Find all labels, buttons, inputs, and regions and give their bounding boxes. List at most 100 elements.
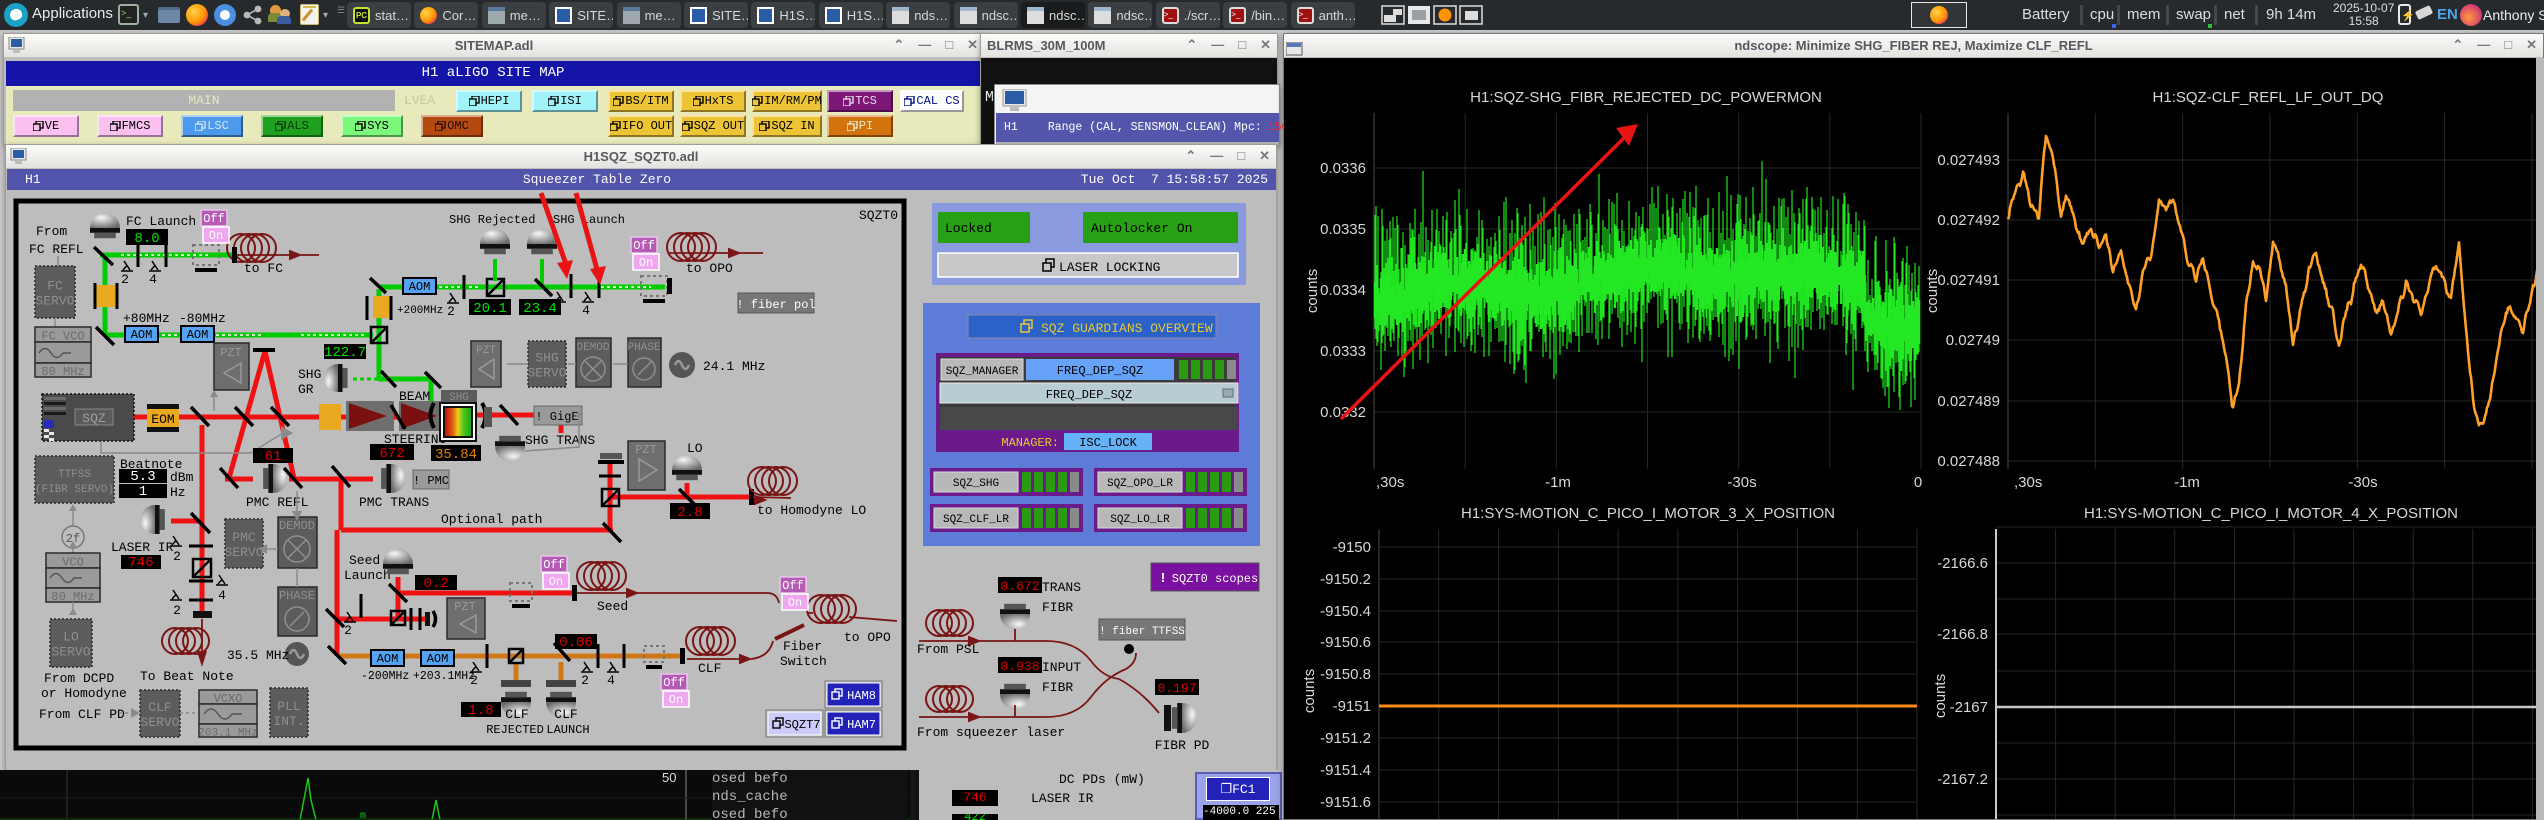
svg-text:-9150.6: -9150.6: [1320, 634, 1371, 651]
svg-text:SERVO: SERVO: [527, 366, 566, 381]
svg-text:CLF: CLF: [698, 661, 721, 676]
svg-text:PZT: PZT: [220, 346, 242, 360]
svg-text:FC REFL: FC REFL: [29, 242, 84, 257]
svg-text:0: 0: [1914, 474, 1922, 491]
svg-text:0.938: 0.938: [1000, 659, 1039, 674]
svg-text:4: 4: [218, 588, 226, 603]
svg-text:SQZ: SQZ: [82, 411, 106, 426]
svg-text:,30s: ,30s: [2014, 474, 2042, 491]
svg-text:80 MHz: 80 MHz: [41, 365, 84, 379]
svg-text:2: 2: [554, 303, 562, 318]
svg-text:-30s: -30s: [2348, 474, 2377, 491]
svg-text:INPUT: INPUT: [1042, 660, 1081, 675]
svg-text:FIBR: FIBR: [1042, 600, 1073, 615]
svg-text:AOM: AOM: [377, 652, 399, 666]
svg-text:0.672: 0.672: [1000, 579, 1039, 594]
svg-text:FREQ_DEP_SQZ: FREQ_DEP_SQZ: [1046, 388, 1132, 402]
svg-text:FIBR PD: FIBR PD: [1155, 738, 1210, 753]
svg-text:0.2: 0.2: [423, 576, 448, 592]
svg-text:-9151: -9151: [1333, 698, 1371, 715]
svg-text:H1:SYS-MOTION_C_PICO_I_MOTOR_3: H1:SYS-MOTION_C_PICO_I_MOTOR_3_X_POSITIO…: [1461, 505, 1835, 522]
svg-text:0.197: 0.197: [1157, 681, 1196, 696]
svg-text:23.4: 23.4: [523, 301, 557, 317]
svg-text:2: 2: [470, 673, 478, 688]
svg-text:Fiber: Fiber: [783, 639, 822, 654]
svg-text:4: 4: [607, 673, 615, 688]
svg-text:counts: counts: [1932, 674, 1949, 718]
svg-text:+203.1MHz: +203.1MHz: [413, 670, 475, 683]
svg-text:Locked: Locked: [945, 221, 992, 236]
svg-text:to Homodyne LO: to Homodyne LO: [757, 503, 866, 518]
svg-text:PMC TRANS: PMC TRANS: [359, 495, 429, 510]
svg-text:-2167.2: -2167.2: [1937, 771, 1988, 788]
svg-text:Off: Off: [663, 676, 685, 690]
svg-text:FIBR: FIBR: [1042, 680, 1073, 695]
svg-text:counts: counts: [1924, 269, 1941, 313]
svg-text:50: 50: [662, 770, 676, 785]
svg-text:SERVO: SERVO: [35, 294, 74, 309]
svg-text:SERVO: SERVO: [51, 645, 90, 660]
svg-text:!: !: [1159, 571, 1167, 587]
svg-text:672: 672: [379, 446, 404, 462]
svg-text:0.027492: 0.027492: [1937, 212, 2000, 229]
svg-text:2: 2: [121, 272, 129, 287]
svg-text:H1:SQZ-CLF_REFL_LF_OUT_DQ: H1:SQZ-CLF_REFL_LF_OUT_DQ: [2153, 89, 2384, 106]
svg-text:CLF: CLF: [554, 707, 577, 722]
svg-text:AOM: AOM: [131, 328, 153, 342]
svg-text:24.1 MHz: 24.1 MHz: [703, 359, 765, 374]
svg-text:LO: LO: [687, 441, 703, 456]
svg-text:-9150.2: -9150.2: [1320, 571, 1371, 588]
svg-text:TTFSS: TTFSS: [58, 469, 91, 481]
svg-text:-9151.2: -9151.2: [1320, 730, 1371, 747]
svg-text:dBm: dBm: [170, 470, 194, 485]
svg-text:-2166.8: -2166.8: [1937, 626, 1988, 643]
svg-text:-80MHz: -80MHz: [179, 311, 226, 326]
svg-text:PHASE: PHASE: [279, 589, 315, 603]
svg-text:-9150.8: -9150.8: [1320, 666, 1371, 683]
svg-text:61: 61: [265, 449, 282, 465]
svg-text:SQZ GUARDIANS OVERVIEW: SQZ GUARDIANS OVERVIEW: [1041, 321, 1213, 336]
svg-text:! PMC: ! PMC: [413, 474, 449, 488]
svg-text:SQZ_OPO_LR: SQZ_OPO_LR: [1107, 478, 1173, 490]
svg-text:2: 2: [173, 549, 181, 564]
svg-text:counts: counts: [1301, 669, 1318, 713]
svg-text:! fiber TTFSS: ! fiber TTFSS: [1099, 626, 1185, 638]
svg-text:AOM: AOM: [427, 652, 449, 666]
svg-text:0.06: 0.06: [559, 635, 593, 651]
svg-text:+200MHz: +200MHz: [397, 305, 443, 317]
svg-text:2: 2: [447, 304, 455, 319]
svg-text:PHASE: PHASE: [627, 342, 660, 354]
svg-text:FC: FC: [47, 279, 63, 294]
svg-text:to OPO: to OPO: [686, 261, 733, 276]
svg-text:2: 2: [581, 673, 589, 688]
svg-text:SQZ_MANAGER: SQZ_MANAGER: [946, 366, 1019, 378]
svg-text:-200MHz: -200MHz: [361, 670, 409, 683]
svg-text:-9151.6: -9151.6: [1320, 794, 1371, 811]
svg-text:AOM: AOM: [409, 280, 431, 294]
svg-text:PZT: PZT: [454, 600, 476, 614]
svg-text:Launch: Launch: [344, 568, 391, 583]
svg-text:Off: Off: [782, 579, 804, 593]
svg-text:REJECTED: REJECTED: [486, 723, 544, 737]
svg-text:122.7: 122.7: [324, 345, 366, 361]
svg-text:ISC_LOCK: ISC_LOCK: [1079, 436, 1137, 450]
svg-text:H1:SYS-MOTION_C_PICO_I_MOTOR_4: H1:SYS-MOTION_C_PICO_I_MOTOR_4_X_POSITIO…: [2084, 505, 2458, 522]
svg-text:0.0334: 0.0334: [1320, 282, 1366, 299]
svg-text:80 MHz: 80 MHz: [51, 590, 94, 604]
svg-text:SHG: SHG: [535, 351, 558, 366]
svg-text:SQZ_LO_LR: SQZ_LO_LR: [1110, 514, 1170, 526]
svg-text:Autolocker On: Autolocker On: [1091, 221, 1192, 236]
svg-text:HAM8: HAM8: [847, 689, 876, 703]
svg-text:GR: GR: [298, 382, 314, 397]
svg-text:LASER LOCKING: LASER LOCKING: [1059, 260, 1160, 275]
svg-text:From: From: [36, 224, 67, 239]
svg-text:(FIBR SERVO): (FIBR SERVO): [35, 484, 114, 496]
svg-text:From DCPD: From DCPD: [44, 671, 114, 686]
svg-text:From squeezer laser: From squeezer laser: [917, 725, 1065, 740]
svg-text:FC Launch: FC Launch: [126, 214, 196, 229]
svg-text:FREQ_DEP_SQZ: FREQ_DEP_SQZ: [1057, 364, 1143, 378]
svg-text:DEMOD: DEMOD: [279, 519, 315, 533]
svg-text:0.0335: 0.0335: [1320, 221, 1366, 238]
svg-text:-30s: -30s: [1727, 474, 1756, 491]
svg-text:EOM: EOM: [151, 412, 174, 427]
